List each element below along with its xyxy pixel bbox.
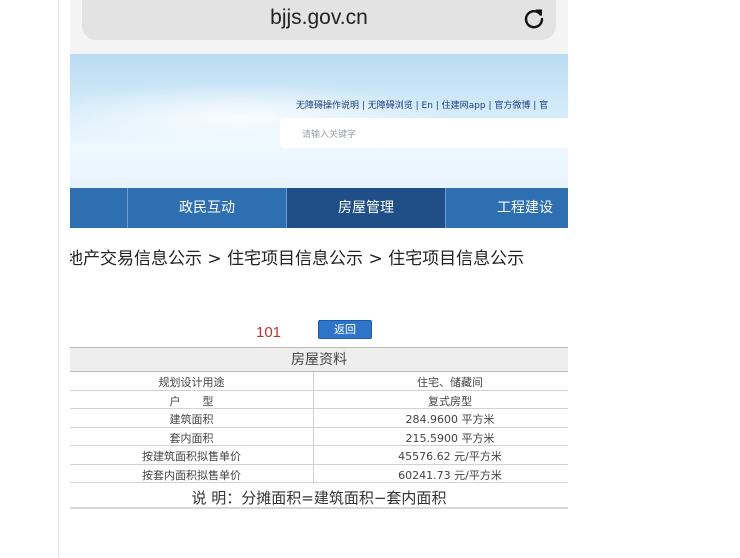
row-value: 复式房型 (428, 394, 472, 408)
table-row: 套内面积 215.5900 平方米 (70, 427, 568, 446)
nav-item-housing[interactable]: 房屋管理 (286, 188, 445, 228)
row-value: 60241.73 元/平方米 (398, 468, 502, 482)
breadcrumb[interactable]: 地产交易信息公示 > 住宅项目信息公示 > 住宅项目信息公示 (70, 244, 524, 269)
row-label: 建筑面积 (169, 413, 214, 426)
search-placeholder: 请输入关键字 (302, 130, 357, 140)
table-row: 按套内面积拟售单价 60241.73 元/平方米 (70, 464, 568, 483)
table-body: 规划设计用途 住宅、储藏间户 型 复式房型建筑面积 284.9600 平方米套内面积 2… (70, 372, 568, 483)
table-note: 说 明：分摊面积=建筑面积−套内面积 (70, 483, 568, 509)
row-value: 284.9600 平方米 (405, 413, 495, 426)
row-label: 按套内面积拟售单价 (142, 468, 241, 482)
row-value: 住宅、储藏间 (417, 376, 483, 389)
row-label: 户 型 (169, 394, 214, 408)
left-margin (0, 0, 59, 558)
row-label: 按建筑面积拟售单价 (142, 450, 241, 463)
table-row: 建筑面积 284.9600 平方米 (70, 409, 568, 428)
house-info-table: 房屋资料 规划设计用途 住宅、储藏间户 型 复式房型建筑面积 284.9600 平方米… (70, 347, 568, 509)
right-margin (568, 0, 740, 558)
table-row: 按建筑面积拟售单价 45576.62 元/平方米 (70, 446, 568, 465)
back-button[interactable]: 返回 (318, 320, 372, 339)
browser-toolbar: bjjs.gov.cn (70, 0, 568, 54)
table-title: 房屋资料 (70, 347, 568, 372)
table-row: 户 型 复式房型 (70, 390, 568, 409)
site-banner: 无障碍操作说明 | 无障碍浏览 | En | 住建网app | 官方微博 | 官… (70, 54, 568, 188)
row-value: 215.5900 平方米 (405, 431, 495, 445)
address-bar[interactable]: bjjs.gov.cn (82, 0, 556, 40)
screenshot-stage: bjjs.gov.cn 无障碍操作说明 | 无障碍浏览 | En | 住建网ap… (0, 0, 740, 558)
nav-item-construction[interactable]: 工程建设 (445, 188, 568, 228)
browser-page: bjjs.gov.cn 无障碍操作说明 | 无障碍浏览 | En | 住建网ap… (70, 0, 568, 558)
top-links[interactable]: 无障碍操作说明 | 无障碍浏览 | En | 住建网app | 官方微博 | 官 (296, 98, 548, 111)
row-label: 规划设计用途 (158, 376, 225, 389)
unit-number: 101 (256, 324, 282, 341)
row-value: 45576.62 元/平方米 (398, 450, 502, 463)
reload-icon[interactable] (522, 6, 546, 30)
main-nav: 闻 政民互动 房屋管理 工程建设 (70, 188, 568, 228)
search-input[interactable]: 请输入关键字 (280, 118, 568, 148)
nav-item-interaction[interactable]: 政民互动 (127, 188, 286, 228)
nav-item-news[interactable]: 闻 (70, 188, 127, 228)
row-label: 套内面积 (169, 431, 214, 445)
table-row: 规划设计用途 住宅、储藏间 (70, 372, 568, 391)
url-text: bjjs.gov.cn (270, 6, 368, 29)
